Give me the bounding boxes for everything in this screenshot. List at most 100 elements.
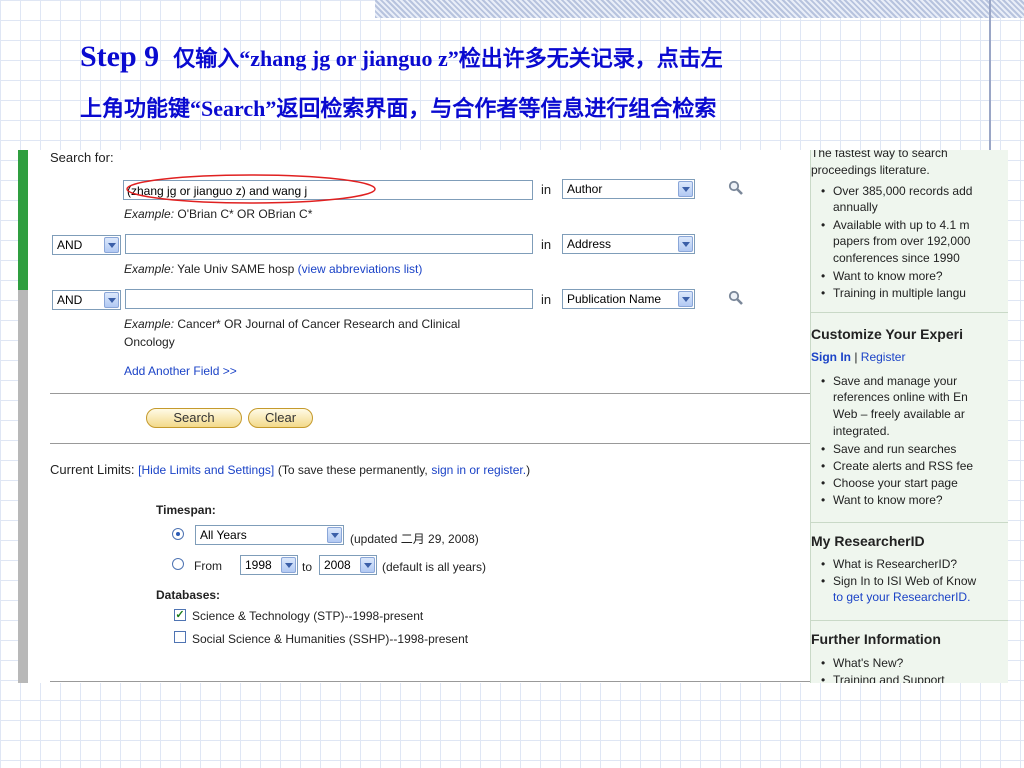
field-select-3-value: Publication Name xyxy=(567,292,662,306)
title-text-1: 仅输入“zhang jg or jianguo z”检出许多无关记录，点击左 xyxy=(173,46,723,71)
example-3: Example: Cancer* OR Journal of Cancer Re… xyxy=(124,317,460,331)
screenshot: Search for: (zhang jg or jianguo z) and … xyxy=(18,150,1008,683)
sidebar-divider xyxy=(811,522,1008,523)
left-accent-bar xyxy=(18,150,28,290)
example-prefix: Example: xyxy=(124,207,175,221)
slide-divider xyxy=(989,0,991,150)
in-label-3: in xyxy=(541,292,552,307)
from-radio[interactable] xyxy=(172,558,184,570)
databases-label: Databases: xyxy=(156,588,221,602)
db2-label: Social Science & Humanities (SSHP)--1998… xyxy=(192,632,469,646)
operator-value: AND xyxy=(57,293,83,307)
register-link[interactable]: Register xyxy=(861,350,906,364)
field-select-2-value: Address xyxy=(567,237,612,251)
default-note: (default is all years) xyxy=(382,560,487,574)
chevron-down-icon xyxy=(678,291,693,307)
separator: | xyxy=(851,350,861,364)
operator-value: AND xyxy=(57,238,83,252)
know-more-link[interactable]: Want to know more? xyxy=(821,492,943,509)
example-2: Example: Yale Univ SAME hosp (view abbre… xyxy=(124,262,422,276)
chevron-down-icon xyxy=(678,181,693,197)
step-label: Step 9 xyxy=(80,40,160,73)
example-text: O'Brian C* OR OBrian C* xyxy=(177,207,313,221)
header-pattern xyxy=(375,0,1024,18)
add-field-link[interactable]: Add Another Field >> xyxy=(124,364,237,378)
training-support-link[interactable]: Training and Support xyxy=(821,672,945,683)
chevron-down-icon xyxy=(104,292,119,308)
info-sidebar: The fastest way to search proceedings li… xyxy=(810,150,1008,683)
operator-select-2[interactable]: AND xyxy=(52,235,121,255)
field-select-1-value: Author xyxy=(567,182,603,196)
search-button[interactable]: Search xyxy=(146,408,242,428)
chevron-down-icon xyxy=(360,557,375,573)
to-year-value: 2008 xyxy=(324,558,351,572)
search-icon[interactable] xyxy=(728,180,744,196)
example-3-line2: Oncology xyxy=(124,335,175,349)
bullet-continuation: conferences since 1990 xyxy=(833,251,960,265)
from-year-select[interactable]: 1998 xyxy=(240,555,298,575)
divider xyxy=(50,393,812,394)
db1-checkbox[interactable]: ✓ xyxy=(174,609,186,621)
operator-select-3[interactable]: AND xyxy=(52,290,121,310)
researcher-title: My ResearcherID xyxy=(811,533,925,549)
example-prefix: Example: xyxy=(124,317,175,331)
current-limits-row: Current Limits: [Hide Limits and Setting… xyxy=(50,462,530,477)
to-label: to xyxy=(302,560,313,574)
abbreviations-link[interactable]: (view abbreviations list) xyxy=(298,262,423,276)
chevron-down-icon xyxy=(281,557,296,573)
current-limits-label: Current Limits: xyxy=(50,462,135,477)
know-more-link[interactable]: Want to know more? xyxy=(821,268,943,285)
sidebar-divider xyxy=(811,620,1008,621)
in-label-2: in xyxy=(541,237,552,252)
timespan-label: Timespan: xyxy=(156,503,216,517)
bullet-continuation: annually xyxy=(833,200,878,214)
sign-in-isi-link[interactable]: Sign In to ISI Web of Know xyxy=(821,573,976,590)
bullet-item: Available with up to 4.1 m xyxy=(821,217,969,234)
save-note-end: ) xyxy=(526,463,531,477)
search-icon[interactable] xyxy=(728,290,744,306)
whats-new-link[interactable]: What's New? xyxy=(821,655,903,672)
field-select-1[interactable]: Author xyxy=(562,179,695,199)
all-years-value: All Years xyxy=(200,528,247,542)
chevron-down-icon xyxy=(327,527,342,543)
red-annotation-ellipse xyxy=(126,174,376,204)
chevron-down-icon xyxy=(678,236,693,252)
example-prefix: Example: xyxy=(124,262,175,276)
bullet-continuation: references online with En xyxy=(833,390,968,404)
all-years-select[interactable]: All Years xyxy=(195,525,344,545)
training-link[interactable]: Training in multiple langu xyxy=(821,285,966,302)
divider xyxy=(50,681,812,682)
hide-limits-link[interactable]: [Hide Limits and Settings] xyxy=(138,463,274,477)
bullet-item: Save and manage your xyxy=(821,373,957,390)
from-label: From xyxy=(194,559,222,573)
bullet-continuation: papers from over 192,000 xyxy=(833,234,971,248)
db2-checkbox[interactable] xyxy=(174,631,186,643)
bullet-item: Save and run searches xyxy=(821,441,956,458)
further-title: Further Information xyxy=(811,631,941,647)
example-text: Yale Univ SAME hosp xyxy=(177,262,295,276)
sign-in-link[interactable]: Sign In xyxy=(811,350,851,364)
sign-in-row: Sign In | Register xyxy=(811,350,905,364)
intro-line2: proceedings literature. xyxy=(811,163,930,177)
example-text: Cancer* OR Journal of Cancer Research an… xyxy=(177,317,461,331)
field-select-3[interactable]: Publication Name xyxy=(562,289,695,309)
slide-title-line1: Step 9 仅输入“zhang jg or jianguo z”检出许多无关记录… xyxy=(80,40,980,74)
bullet-continuation[interactable]: to get your ResearcherID. xyxy=(833,590,970,604)
bullet-continuation: integrated. xyxy=(833,424,890,438)
researcherid-link[interactable]: What is ResearcherID? xyxy=(821,556,957,573)
from-year-value: 1998 xyxy=(245,558,272,572)
bullet-continuation: Web – freely available ar xyxy=(833,407,965,421)
clear-button[interactable]: Clear xyxy=(248,408,313,428)
to-year-select[interactable]: 2008 xyxy=(319,555,377,575)
divider xyxy=(50,443,812,444)
left-grey-bar xyxy=(18,290,28,683)
field-select-2[interactable]: Address xyxy=(562,234,695,254)
search-input-3[interactable] xyxy=(125,289,533,309)
sign-in-register-link[interactable]: sign in or register. xyxy=(431,463,526,477)
search-input-2[interactable] xyxy=(125,234,533,254)
updated-note: (updated 二月 29, 2008) xyxy=(350,532,479,546)
all-years-radio[interactable] xyxy=(172,528,184,540)
intro-line1: The fastest way to search xyxy=(811,150,948,160)
customize-title: Customize Your Experi xyxy=(811,326,963,342)
bullet-item: Choose your start page xyxy=(821,475,958,492)
